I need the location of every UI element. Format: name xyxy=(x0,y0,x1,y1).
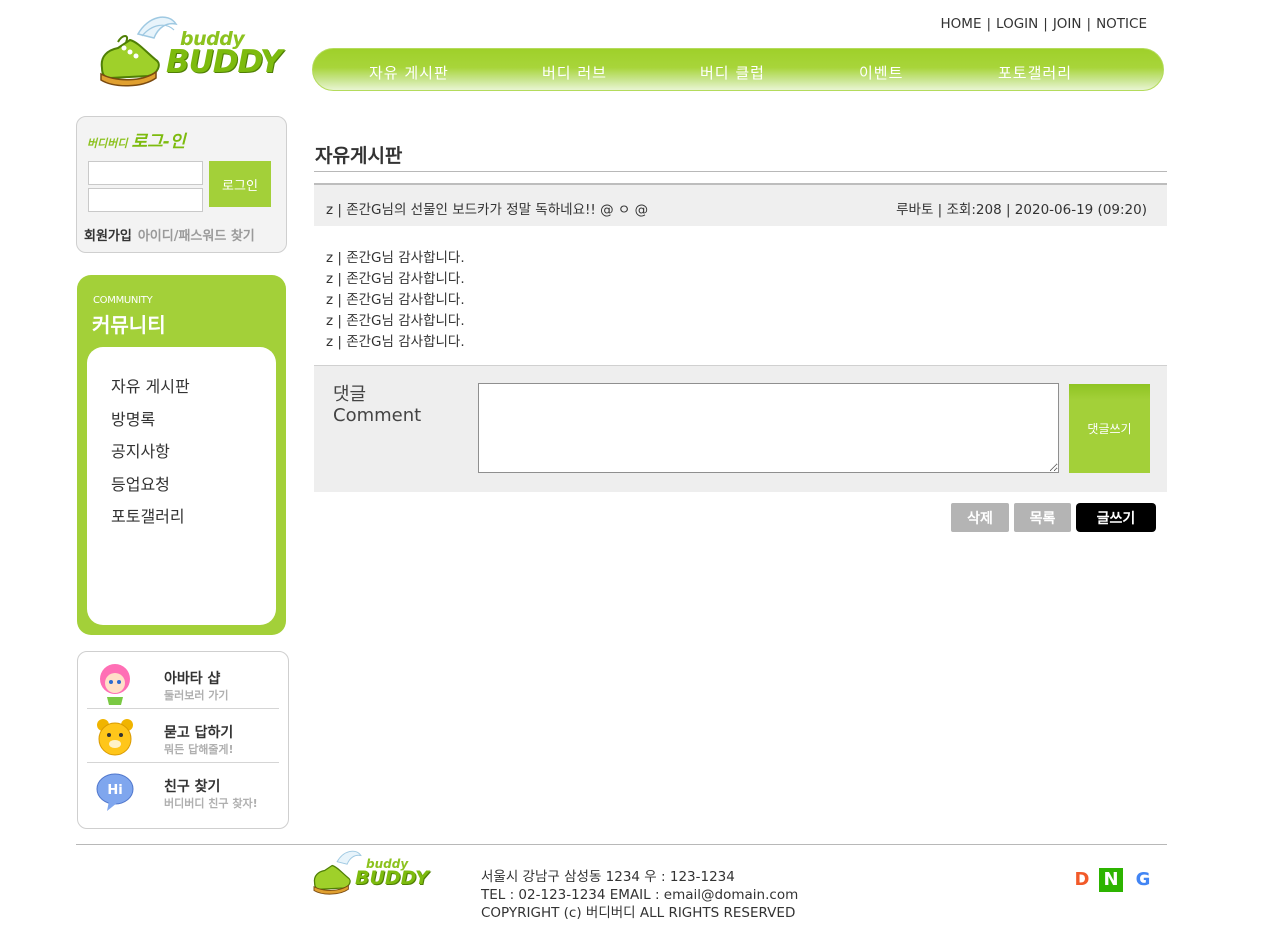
site-logo[interactable]: buddy BUDDY xyxy=(96,12,282,92)
top-link-home[interactable]: HOME xyxy=(941,16,982,32)
footer-address: 서울시 강남구 삼성동 1234 우 : 123-1234 xyxy=(481,869,735,885)
post-line: z | 존간G님 감사합니다. xyxy=(326,271,465,287)
list-button[interactable]: 목록 xyxy=(1014,503,1071,532)
gnb-item-photo-gallery[interactable]: 포토갤러리 xyxy=(998,62,1072,83)
login-links: 회원가입 아이디/패스워드 찾기 xyxy=(84,225,255,244)
find-account-link[interactable]: 아이디/패스워드 찾기 xyxy=(138,229,255,244)
community-title: 커뮤니티 xyxy=(92,313,166,337)
daum-icon[interactable]: D xyxy=(1070,868,1094,892)
comment-label: 댓글 Comment xyxy=(333,384,422,426)
community-item-free-board[interactable]: 자유 게시판 xyxy=(111,373,190,406)
footer-divider xyxy=(76,844,1167,845)
footer-info: 서울시 강남구 삼성동 1234 우 : 123-1234 TEL : 02-1… xyxy=(481,868,798,922)
footer-logo: buddy BUDDY xyxy=(309,848,429,898)
comment-submit-button[interactable]: 댓글쓰기 xyxy=(1069,384,1150,473)
community-item-photo-gallery[interactable]: 포토갤러리 xyxy=(111,503,190,536)
post-line: z | 존간G님 감사합니다. xyxy=(326,313,465,329)
join-link[interactable]: 회원가입 xyxy=(84,229,132,244)
page-title: 자유게시판 xyxy=(315,145,403,167)
main-navigation: 자유 게시판 버디 러브 버디 클럽 이벤트 포토갤러리 xyxy=(312,48,1164,91)
post-meta: 루바토 | 조회:208 | 2020-06-19 (09:20) xyxy=(896,202,1147,218)
post-line: z | 존간G님 감사합니다. xyxy=(326,334,465,350)
login-password-input[interactable] xyxy=(88,188,203,212)
top-link-notice[interactable]: NOTICE xyxy=(1096,16,1147,32)
comment-area: 댓글 Comment 댓글쓰기 xyxy=(314,365,1167,492)
login-box: 버디버디 로그-인 로그인 회원가입 아이디/패스워드 찾기 xyxy=(76,116,287,253)
community-menu: COMMUNITY 커뮤니티 자유 게시판 방명록 공지사항 등업요청 포토갤러… xyxy=(77,275,286,635)
gnb-item-buddy-club[interactable]: 버디 클럽 xyxy=(700,62,765,83)
footer-copyright: COPYRIGHT (c) 버디버디 ALL RIGHTS RESERVED xyxy=(481,905,796,921)
footer-contact: TEL : 02-123-1234 EMAIL : email@domain.c… xyxy=(481,887,799,903)
community-item-level-request[interactable]: 등업요청 xyxy=(111,471,190,504)
post-body: z | 존간G님 감사합니다. z | 존간G님 감사합니다. z | 존간G님… xyxy=(326,248,465,353)
gnb-item-buddy-love[interactable]: 버디 러브 xyxy=(542,62,607,83)
title-divider xyxy=(314,171,1167,172)
post-subject: z | 존간G님의 선물인 보드카가 정말 독하네요!! @ ㅇ @ xyxy=(326,202,649,218)
avatar-icon xyxy=(100,664,130,705)
delete-button[interactable]: 삭제 xyxy=(951,503,1009,532)
naver-icon[interactable]: N xyxy=(1099,868,1123,892)
login-title: 버디버디 로그-인 xyxy=(87,132,186,152)
post-line: z | 존간G님 감사합니다. xyxy=(326,250,465,266)
post-line: z | 존간G님 감사합니다. xyxy=(326,292,465,308)
write-button[interactable]: 글쓰기 xyxy=(1076,503,1156,532)
top-link-login[interactable]: LOGIN xyxy=(996,16,1038,32)
comment-textarea[interactable] xyxy=(478,383,1059,473)
quick-item-find-friends[interactable]: Hi 친구 찾기 버디버디 친구 찾자! xyxy=(87,762,279,816)
svg-text:Hi: Hi xyxy=(107,783,122,798)
login-button[interactable]: 로그인 xyxy=(209,161,271,207)
login-id-input[interactable] xyxy=(88,161,203,185)
community-item-notice[interactable]: 공지사항 xyxy=(111,438,190,471)
logo-text-big: BUDDY xyxy=(166,44,282,80)
community-title-en: COMMUNITY xyxy=(93,295,153,306)
gnb-item-free-board[interactable]: 자유 게시판 xyxy=(369,62,449,83)
community-list-panel: 자유 게시판 방명록 공지사항 등업요청 포토갤러리 xyxy=(87,347,276,625)
community-item-guestbook[interactable]: 방명록 xyxy=(111,406,190,439)
quick-links: 아바타 샵 둘러보러 가기 묻고 답하기 뭐든 답해줄게! Hi 친구 찾기 버… xyxy=(77,651,289,829)
top-links: HOME | LOGIN | JOIN | NOTICE xyxy=(940,16,1147,32)
top-link-join[interactable]: JOIN xyxy=(1053,16,1082,32)
hi-bubble-icon: Hi xyxy=(96,773,134,811)
post-header: z | 존간G님의 선물인 보드카가 정말 독하네요!! @ ㅇ @ 루바토 |… xyxy=(314,183,1167,226)
bear-icon xyxy=(97,719,133,756)
google-icon[interactable]: G xyxy=(1131,868,1155,892)
quick-item-avatar-shop[interactable]: 아바타 샵 둘러보러 가기 xyxy=(87,654,279,708)
gnb-item-event[interactable]: 이벤트 xyxy=(859,62,903,83)
quick-item-qna[interactable]: 묻고 답하기 뭐든 답해줄게! xyxy=(87,708,279,762)
